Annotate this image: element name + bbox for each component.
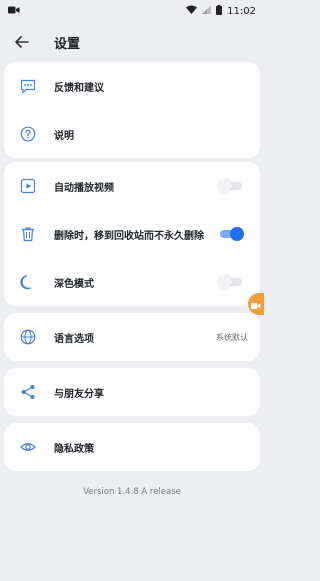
settings-card-share: 与朋友分享	[4, 368, 260, 416]
video-record-icon	[8, 5, 20, 18]
settings-card-privacy: 隐私政策	[4, 423, 260, 471]
floating-video-button[interactable]	[248, 293, 264, 315]
privacy-label: 隐私政策	[54, 443, 94, 455]
eye-icon	[18, 437, 38, 457]
chat-icon	[18, 76, 38, 96]
play-square-icon	[18, 176, 38, 196]
delete-to-trash-row: 删除时，移到回收站而不永久删除	[4, 210, 260, 258]
video-camera-icon	[251, 295, 261, 314]
autoplay-row: 自动播放视频	[4, 162, 260, 210]
globe-icon	[18, 327, 38, 347]
settings-card-playback: 自动播放视频 删除时，移到回收站而不永久删除 深色模式	[4, 162, 260, 306]
share-label: 与朋友分享	[54, 388, 104, 400]
share-row[interactable]: 与朋友分享	[4, 368, 260, 416]
language-value: 系统默认	[216, 332, 248, 342]
version-text: Version 1.4.8 A release	[83, 487, 181, 497]
dark-mode-label: 深色模式	[54, 278, 94, 290]
back-button[interactable]	[8, 28, 36, 56]
autoplay-label: 自动播放视频	[54, 182, 114, 194]
dark-mode-toggle[interactable]	[218, 275, 244, 289]
help-row[interactable]: 说明	[4, 110, 260, 158]
arrow-left-icon	[15, 33, 29, 52]
battery-icon	[216, 4, 223, 18]
toggle-thumb	[230, 227, 244, 241]
toggle-thumb	[218, 179, 232, 193]
delete-to-trash-label: 删除时，移到回收站而不永久删除	[54, 230, 204, 242]
signal-icon	[202, 5, 212, 17]
settings-card-general: 反馈和建议 说明	[4, 62, 260, 158]
language-row[interactable]: 语言选项 系统默认	[4, 313, 260, 361]
page-title: 设置	[54, 36, 81, 52]
status-bar: 11:02	[0, 0, 264, 22]
feedback-row[interactable]: 反馈和建议	[4, 62, 260, 110]
dark-mode-row: 深色模式	[4, 258, 260, 306]
toggle-thumb	[218, 275, 232, 289]
trash-icon	[18, 224, 38, 244]
help-label: 说明	[54, 130, 74, 142]
language-label: 语言选项	[54, 333, 94, 345]
clock: 11:02	[227, 5, 256, 17]
feedback-label: 反馈和建议	[54, 82, 104, 94]
moon-icon	[18, 272, 38, 292]
settings-card-language: 语言选项 系统默认	[4, 313, 260, 361]
privacy-row[interactable]: 隐私政策	[4, 423, 260, 471]
help-circle-icon	[18, 124, 38, 144]
autoplay-toggle[interactable]	[218, 179, 244, 193]
share-icon	[18, 382, 38, 402]
wifi-icon	[186, 5, 198, 17]
header: 设置	[0, 26, 264, 58]
delete-to-trash-toggle[interactable]	[218, 227, 244, 241]
